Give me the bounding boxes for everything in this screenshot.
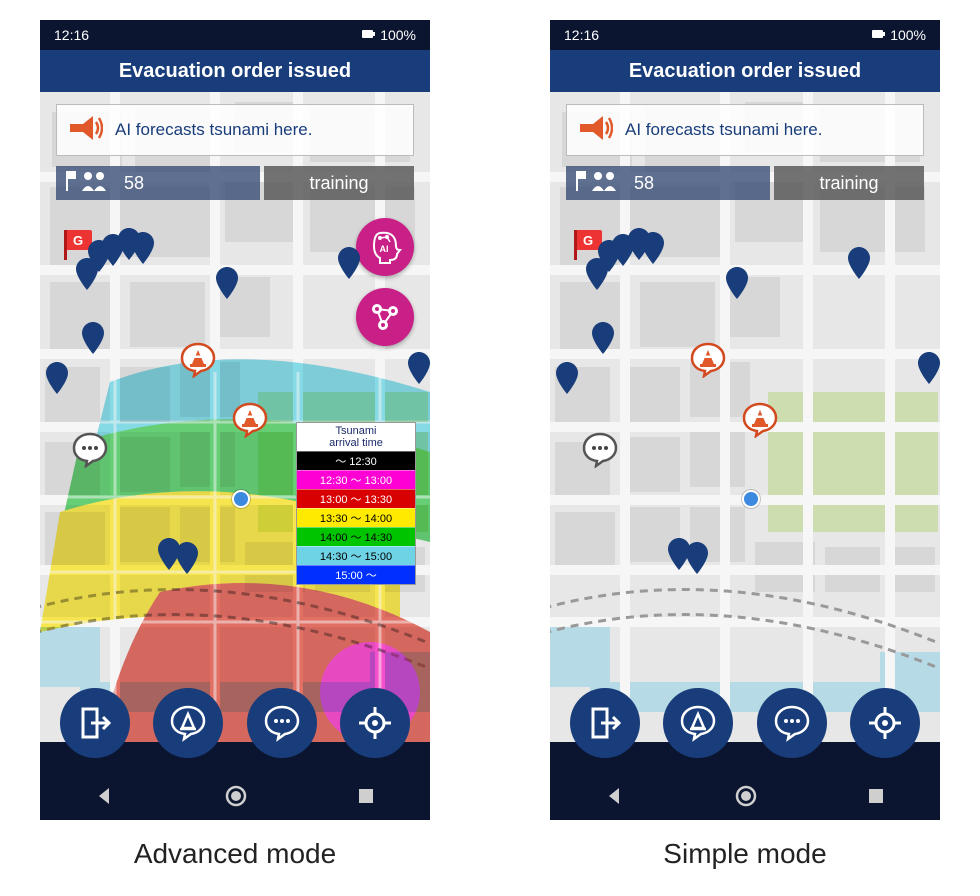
evacuee-marker[interactable]: [176, 542, 198, 574]
people-count: 58: [124, 173, 144, 194]
nav-back-icon[interactable]: [605, 786, 625, 806]
alert-text: AI forecasts tsunami here.: [625, 120, 822, 140]
status-battery: 100%: [872, 27, 926, 43]
training-chip[interactable]: training: [264, 166, 414, 200]
evacuee-marker[interactable]: [338, 247, 360, 279]
phone-advanced: 12:16 100% Evacuation order issued: [40, 20, 430, 820]
legend-row: 14:30 ～ 15:00: [297, 546, 415, 565]
evacuee-marker[interactable]: [918, 352, 940, 384]
legend-row: 15:00 ～: [297, 565, 415, 584]
map[interactable]: AI forecasts tsunami here. 58 training: [550, 92, 940, 772]
legend-row: 13:30 ～ 14:00: [297, 508, 415, 527]
people-count: 58: [634, 173, 654, 194]
legend-title: Tsunamiarrival time: [297, 423, 415, 451]
evacuee-marker[interactable]: [556, 362, 578, 394]
app-header: Evacuation order issued: [40, 50, 430, 92]
megaphone-icon: [577, 112, 613, 149]
evacuee-marker[interactable]: [408, 352, 430, 384]
evacuee-marker[interactable]: [642, 232, 664, 264]
legend-row: 14:00 ～ 14:30: [297, 527, 415, 546]
hazard-marker[interactable]: [180, 342, 216, 378]
hazard-bubble-icon: [679, 704, 717, 742]
legend-row: ～ 12:30: [297, 451, 415, 470]
people-count-chip[interactable]: 58: [56, 166, 260, 200]
chat-icon: [773, 704, 811, 742]
user-location-dot: [232, 490, 250, 508]
chat-button[interactable]: [757, 688, 827, 758]
evacuee-marker[interactable]: [592, 322, 614, 354]
training-label: training: [819, 173, 878, 194]
alert-banner: AI forecasts tsunami here.: [56, 104, 414, 156]
message-marker[interactable]: [582, 432, 618, 468]
chat-button[interactable]: [247, 688, 317, 758]
locate-icon: [867, 705, 903, 741]
status-time: 12:16: [564, 27, 599, 43]
evacuee-marker[interactable]: [848, 247, 870, 279]
info-strip: 58 training: [566, 166, 924, 200]
nav-back-icon[interactable]: [95, 786, 115, 806]
user-location-dot: [742, 490, 760, 508]
exit-button[interactable]: [60, 688, 130, 758]
ai-head-icon: AI: [366, 228, 404, 266]
network-badge[interactable]: [356, 288, 414, 346]
status-bar: 12:16 100%: [40, 20, 430, 50]
alert-banner: AI forecasts tsunami here.: [566, 104, 924, 156]
nav-home-icon[interactable]: [734, 784, 758, 808]
hazard-marker[interactable]: [232, 402, 268, 438]
info-strip: 58 training: [56, 166, 414, 200]
phone-simple: 12:16 100% Evacuation order issued AI fo…: [550, 20, 940, 820]
map[interactable]: AI forecasts tsunami here. 58 training A…: [40, 92, 430, 772]
training-label: training: [309, 173, 368, 194]
evacuee-marker[interactable]: [586, 258, 608, 290]
evacuee-marker[interactable]: [216, 267, 238, 299]
people-count-chip[interactable]: 58: [566, 166, 770, 200]
network-icon: [367, 299, 403, 335]
alert-text: AI forecasts tsunami here.: [115, 120, 312, 140]
evacuee-marker[interactable]: [686, 542, 708, 574]
header-title: Evacuation order issued: [629, 60, 861, 83]
locate-button[interactable]: [340, 688, 410, 758]
hazard-bubble-icon: [169, 704, 207, 742]
evacuee-marker[interactable]: [132, 232, 154, 264]
nav-recent-icon[interactable]: [357, 787, 375, 805]
status-time: 12:16: [54, 27, 89, 43]
evacuee-marker[interactable]: [76, 258, 98, 290]
evacuee-marker[interactable]: [82, 322, 104, 354]
training-chip[interactable]: training: [774, 166, 924, 200]
legend-row: 13:00 ～ 13:30: [297, 489, 415, 508]
legend-row: 12:30 ～ 13:00: [297, 470, 415, 489]
exit-icon: [587, 705, 623, 741]
locate-icon: [357, 705, 393, 741]
status-bar: 12:16 100%: [550, 20, 940, 50]
message-marker[interactable]: [72, 432, 108, 468]
android-nav-bar: [550, 772, 940, 820]
exit-icon: [77, 705, 113, 741]
caption-simple: Simple mode: [663, 838, 826, 870]
tsunami-legend: Tsunamiarrival time ～ 12:30 12:30 ～ 13:0…: [296, 422, 416, 585]
exit-button[interactable]: [570, 688, 640, 758]
caption-advanced: Advanced mode: [134, 838, 336, 870]
evacuee-marker[interactable]: [726, 267, 748, 299]
nav-recent-icon[interactable]: [867, 787, 885, 805]
evacuee-marker[interactable]: [46, 362, 68, 394]
flag-people-icon: [64, 169, 110, 198]
android-nav-bar: [40, 772, 430, 820]
hazard-marker[interactable]: [742, 402, 778, 438]
locate-button[interactable]: [850, 688, 920, 758]
report-hazard-button[interactable]: [663, 688, 733, 758]
bottom-toolbar: [40, 688, 430, 758]
flag-people-icon: [574, 169, 620, 198]
app-header: Evacuation order issued: [550, 50, 940, 92]
chat-icon: [263, 704, 301, 742]
status-battery: 100%: [362, 27, 416, 43]
header-title: Evacuation order issued: [119, 60, 351, 83]
report-hazard-button[interactable]: [153, 688, 223, 758]
svg-text:AI: AI: [380, 244, 389, 254]
megaphone-icon: [67, 112, 103, 149]
ai-badge[interactable]: AI: [356, 218, 414, 276]
nav-home-icon[interactable]: [224, 784, 248, 808]
hazard-marker[interactable]: [690, 342, 726, 378]
bottom-toolbar: [550, 688, 940, 758]
